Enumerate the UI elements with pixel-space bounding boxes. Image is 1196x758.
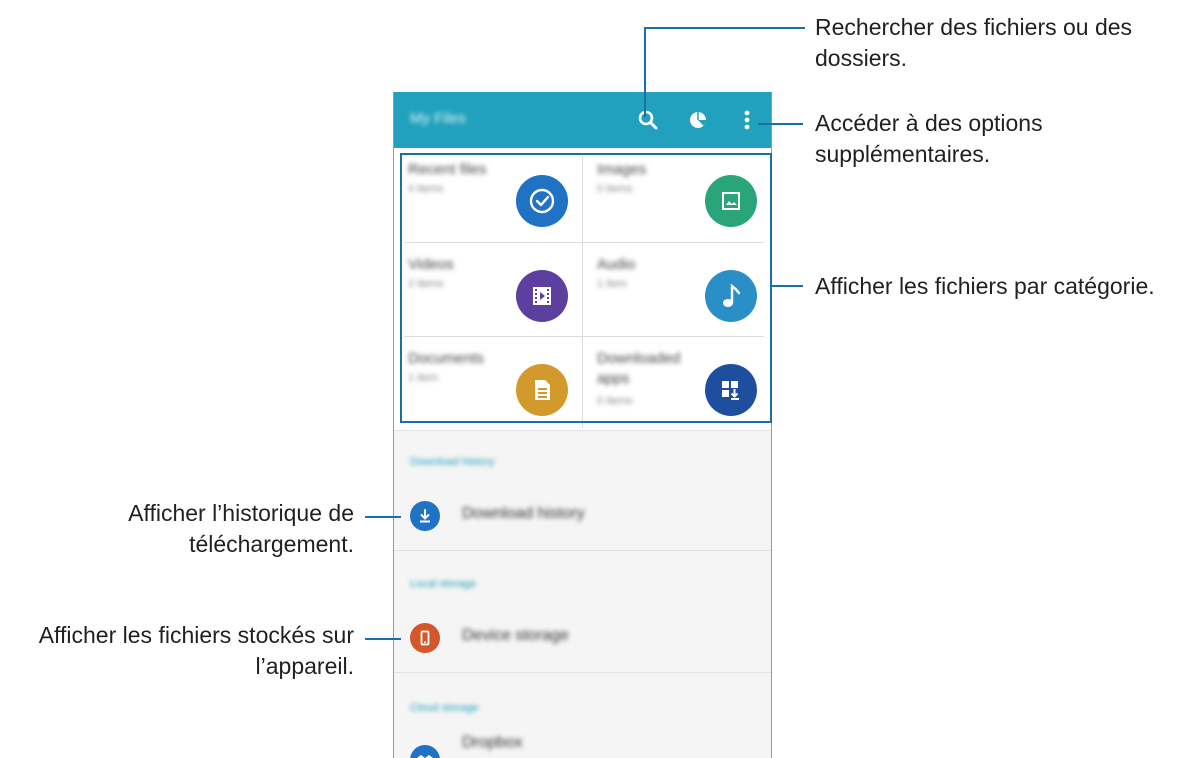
- device-storage-label: Device storage: [462, 627, 569, 644]
- cloud-storage-row[interactable]: Dropbox: [394, 730, 771, 758]
- annotation-history-line1: Afficher l’historique de: [128, 500, 354, 526]
- app-title: My Files: [410, 110, 466, 127]
- device-storage-row[interactable]: Device storage: [394, 608, 771, 668]
- annotation-storage-line1: Afficher les fichiers stockés sur: [38, 622, 354, 648]
- callout-line-search: [644, 27, 646, 117]
- dropbox-icon: [410, 745, 440, 758]
- annotation-category: Afficher les fichiers par catégorie.: [815, 273, 1155, 299]
- annotation-options-line2: supplémentaires.: [815, 141, 991, 167]
- section-header-download: Download history: [410, 456, 495, 468]
- annotation-search-line2: dossiers.: [815, 45, 908, 71]
- callout-line-category: [772, 285, 803, 287]
- section-divider: [394, 430, 771, 431]
- category-highlight-box: [400, 153, 772, 423]
- download-icon: [410, 501, 440, 531]
- dropbox-label: Dropbox: [462, 734, 523, 751]
- search-icon[interactable]: [634, 106, 662, 134]
- storage-usage-icon[interactable]: [684, 106, 712, 134]
- annotation-search-line1: Rechercher des fichiers ou des: [815, 14, 1133, 40]
- section-divider: [394, 550, 771, 551]
- app-bar: My Files: [394, 92, 771, 148]
- section-header-local: Local storage: [410, 578, 477, 590]
- section-header-cloud: Cloud storage: [410, 702, 479, 714]
- download-history-label: Download history: [462, 505, 585, 522]
- callout-line-history: [365, 516, 401, 518]
- annotation-storage-line2: l’appareil.: [255, 653, 354, 679]
- section-divider: [394, 672, 771, 673]
- annotation-history-line2: téléchargement.: [189, 531, 354, 557]
- phone-icon: [410, 623, 440, 653]
- callout-line-options: [758, 123, 803, 125]
- annotation-options-line1: Accéder à des options: [815, 110, 1043, 136]
- callout-line-search: [644, 27, 805, 29]
- callout-line-storage: [365, 638, 401, 640]
- more-options-icon[interactable]: [733, 106, 761, 134]
- download-history-row[interactable]: Download history: [394, 486, 771, 546]
